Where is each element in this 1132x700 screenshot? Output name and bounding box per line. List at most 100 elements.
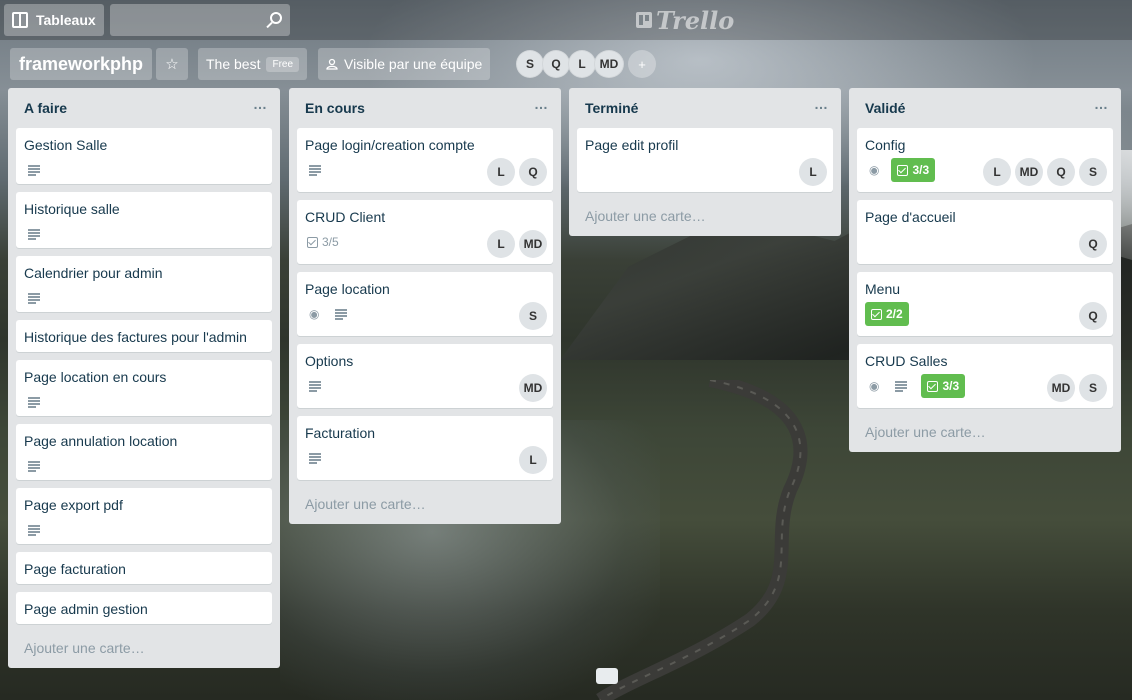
card[interactable]: Page d'accueil Q <box>857 200 1113 264</box>
card-title: CRUD Salles <box>865 353 948 369</box>
add-card-button[interactable]: Ajouter une carte… <box>8 632 280 668</box>
list-menu-icon[interactable]: … <box>1094 96 1109 112</box>
card-members: L MD <box>487 230 547 258</box>
top-navigation-bar: Tableaux Trello <box>0 0 1132 40</box>
list-header[interactable]: En cours … <box>289 88 561 128</box>
member-avatar[interactable]: Q <box>1079 230 1107 258</box>
card[interactable]: Page facturation <box>16 552 272 584</box>
member-avatar[interactable]: L <box>568 50 596 78</box>
card-members: MD S <box>1047 374 1107 402</box>
card-members: L MD Q S <box>983 158 1107 186</box>
member-avatar[interactable]: MD <box>519 374 547 402</box>
list-en-cours: En cours … Page login/creation compte L … <box>289 88 561 524</box>
trello-logo-icon <box>636 12 652 28</box>
member-avatar[interactable]: MD <box>1047 374 1075 402</box>
member-avatar[interactable]: Q <box>519 158 547 186</box>
member-avatar[interactable]: L <box>519 446 547 474</box>
card[interactable]: Config ◉ 3/3 L MD Q S <box>857 128 1113 192</box>
card-members: MD <box>519 374 547 402</box>
list-header[interactable]: Terminé … <box>569 88 841 128</box>
card[interactable]: Page location ◉ S <box>297 272 553 336</box>
team-label: The best <box>206 56 261 72</box>
card[interactable]: Facturation L <box>297 416 553 480</box>
card[interactable]: Gestion Salle <box>16 128 272 184</box>
member-avatar[interactable]: L <box>487 230 515 258</box>
eye-icon: ◉ <box>869 163 880 177</box>
card[interactable]: Historique des factures pour l'admin <box>16 320 272 352</box>
list-menu-icon[interactable]: … <box>253 96 268 112</box>
member-avatar[interactable]: S <box>1079 374 1107 402</box>
board-title[interactable]: frameworkphp <box>10 48 153 80</box>
search-input[interactable] <box>110 4 290 36</box>
member-avatar[interactable]: Q <box>542 50 570 78</box>
checklist-count: 3/5 <box>322 235 339 249</box>
checklist-count: 2/2 <box>886 307 903 321</box>
card[interactable]: Menu 2/2 Q <box>857 272 1113 336</box>
card[interactable]: Page edit profil L <box>577 128 833 192</box>
card[interactable]: Historique salle <box>16 192 272 248</box>
member-avatar[interactable]: L <box>799 158 827 186</box>
checklist-count: 3/3 <box>942 379 960 393</box>
description-icon <box>28 397 40 408</box>
card[interactable]: Page export pdf <box>16 488 272 544</box>
checklist-icon <box>927 380 939 392</box>
card-title: Historique des factures pour l'admin <box>24 329 247 345</box>
search-icon[interactable] <box>270 12 282 24</box>
card-title: Historique salle <box>24 201 120 217</box>
add-card-button[interactable]: Ajouter une carte… <box>289 488 561 524</box>
card-title: Menu <box>865 281 901 297</box>
member-avatar[interactable]: Q <box>1047 158 1075 186</box>
card-title: Page location <box>305 281 390 297</box>
list-header[interactable]: A faire … <box>8 88 280 128</box>
boards-icon <box>12 12 28 28</box>
card-title: Calendrier pour admin <box>24 265 163 281</box>
boards-label: Tableaux <box>36 12 96 28</box>
description-icon <box>28 229 40 240</box>
member-avatar[interactable]: L <box>983 158 1011 186</box>
add-member-icon: + <box>638 56 646 72</box>
list-a-faire: A faire … Gestion Salle Historique salle… <box>8 88 280 668</box>
checklist-icon <box>897 164 909 176</box>
team-button[interactable]: The best Free <box>198 48 308 80</box>
member-avatar[interactable]: MD <box>519 230 547 258</box>
checklist-badge: 2/2 <box>865 302 909 326</box>
card[interactable]: CRUD Client 3/5 L MD <box>297 200 553 264</box>
star-board-button[interactable]: ☆ <box>156 48 188 80</box>
card-title: Page facturation <box>24 561 126 577</box>
visibility-button[interactable]: Visible par une équipe <box>318 48 491 80</box>
card[interactable]: CRUD Salles ◉ 3/3 MD S <box>857 344 1113 408</box>
checklist-count: 3/3 <box>912 163 930 177</box>
add-card-button[interactable]: Ajouter une carte… <box>569 200 841 236</box>
card[interactable]: Page login/creation compte L Q <box>297 128 553 192</box>
list-menu-icon[interactable]: … <box>814 96 829 112</box>
card[interactable]: Page admin gestion <box>16 592 272 624</box>
card[interactable]: Page location en cours <box>16 360 272 416</box>
board-header: frameworkphp ☆ The best Free Visible par… <box>0 44 1132 84</box>
checklist-badge: 3/3 <box>891 158 936 182</box>
card[interactable]: Options MD <box>297 344 553 408</box>
card-members: S <box>519 302 547 330</box>
member-avatar[interactable]: MD <box>594 50 624 78</box>
member-avatar[interactable]: L <box>487 158 515 186</box>
member-avatar[interactable]: S <box>1079 158 1107 186</box>
team-visibility-icon <box>326 58 338 70</box>
add-card-button[interactable]: Ajouter une carte… <box>849 416 1121 452</box>
card-title: Page admin gestion <box>24 601 148 617</box>
card[interactable]: Page annulation location <box>16 424 272 480</box>
card-title: Gestion Salle <box>24 137 108 153</box>
list-header[interactable]: Validé … <box>849 88 1121 128</box>
boards-button[interactable]: Tableaux <box>4 4 104 36</box>
card-title: CRUD Client <box>305 209 386 225</box>
member-avatar[interactable]: S <box>519 302 547 330</box>
member-avatar[interactable]: MD <box>1015 158 1043 186</box>
card-members: Q <box>1079 302 1107 330</box>
card-title: Page d'accueil <box>865 209 956 225</box>
add-member-button[interactable]: + <box>628 50 656 78</box>
card-title: Facturation <box>305 425 376 441</box>
card[interactable]: Calendrier pour admin <box>16 256 272 312</box>
card-title: Page location en cours <box>24 369 167 385</box>
list-menu-icon[interactable]: … <box>534 96 549 112</box>
member-avatar[interactable]: S <box>516 50 544 78</box>
member-avatar[interactable]: Q <box>1079 302 1107 330</box>
trello-logo[interactable]: Trello <box>636 6 734 35</box>
